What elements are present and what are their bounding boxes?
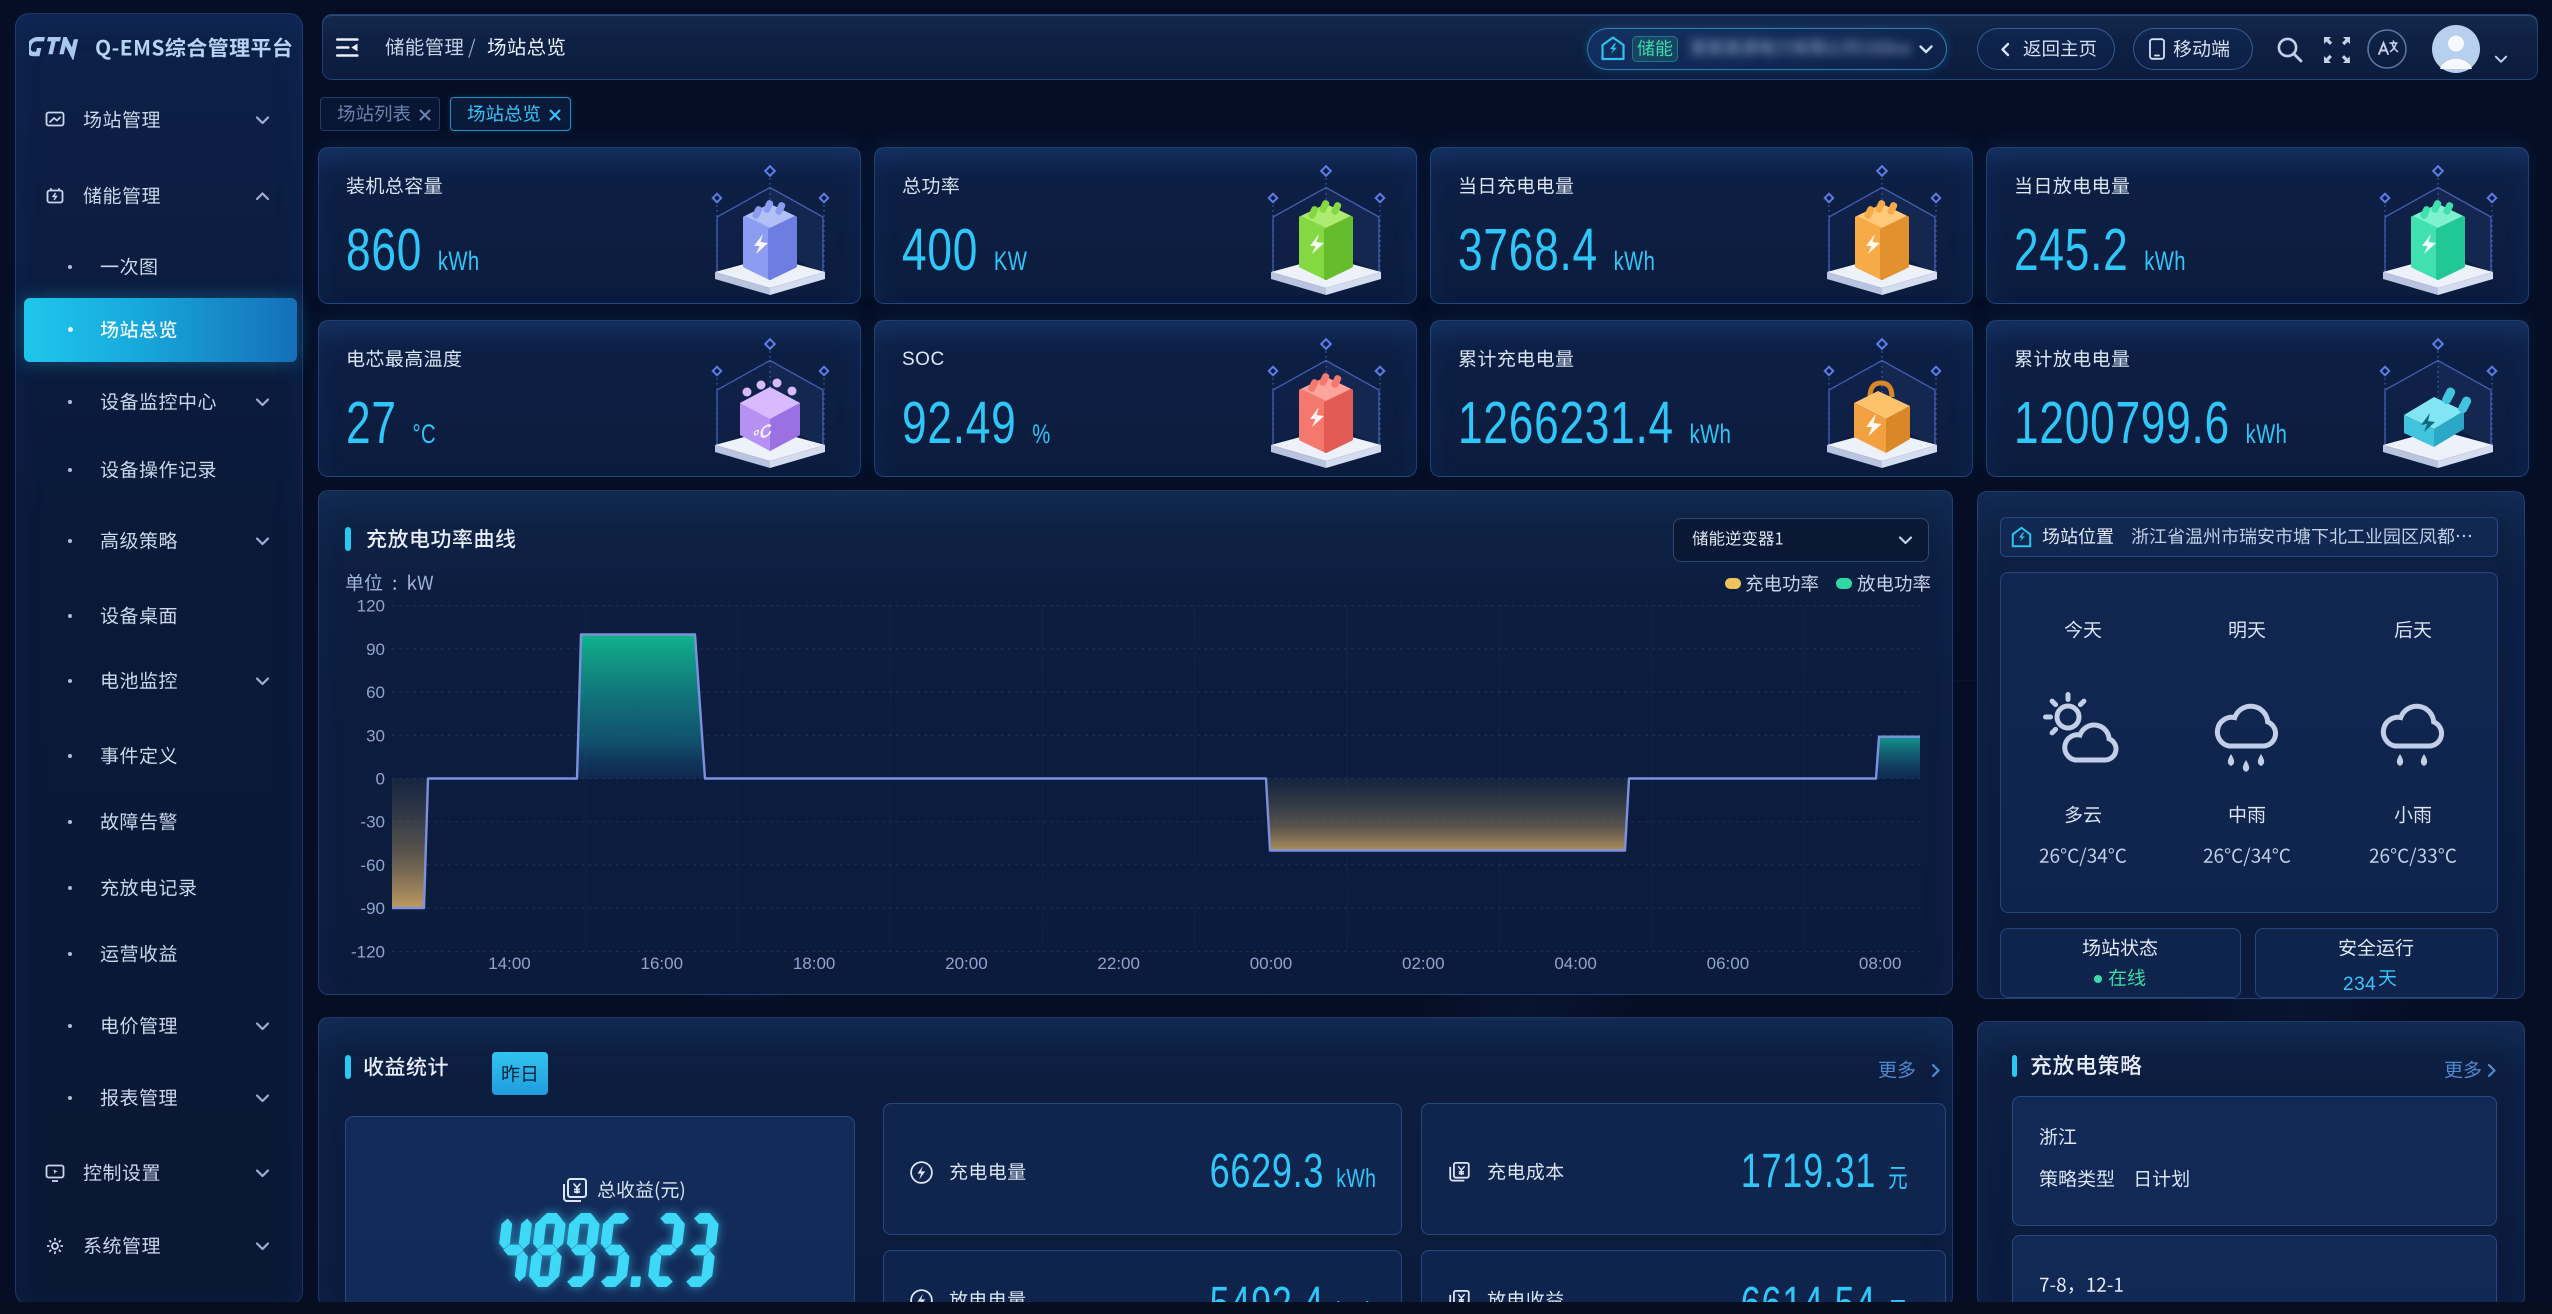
svg-text:00:00: 00:00	[1250, 954, 1293, 973]
svg-text:90: 90	[366, 640, 385, 659]
svg-text:20:00: 20:00	[945, 954, 988, 973]
svg-text:60: 60	[366, 683, 385, 702]
svg-text:0: 0	[376, 770, 385, 789]
svg-text:18:00: 18:00	[793, 954, 836, 973]
svg-text:-120: -120	[351, 942, 385, 961]
svg-text:30: 30	[366, 726, 385, 745]
svg-text:120: 120	[357, 597, 385, 616]
svg-text:16:00: 16:00	[641, 954, 684, 973]
svg-text:02:00: 02:00	[1402, 954, 1445, 973]
svg-text:-30: -30	[360, 813, 385, 832]
svg-text:22:00: 22:00	[1097, 954, 1140, 973]
svg-text:-60: -60	[360, 856, 385, 875]
svg-text:06:00: 06:00	[1707, 954, 1750, 973]
svg-text:08:00: 08:00	[1859, 954, 1902, 973]
svg-text:14:00: 14:00	[488, 954, 531, 973]
svg-text:-90: -90	[360, 899, 385, 918]
svg-text:04:00: 04:00	[1554, 954, 1597, 973]
